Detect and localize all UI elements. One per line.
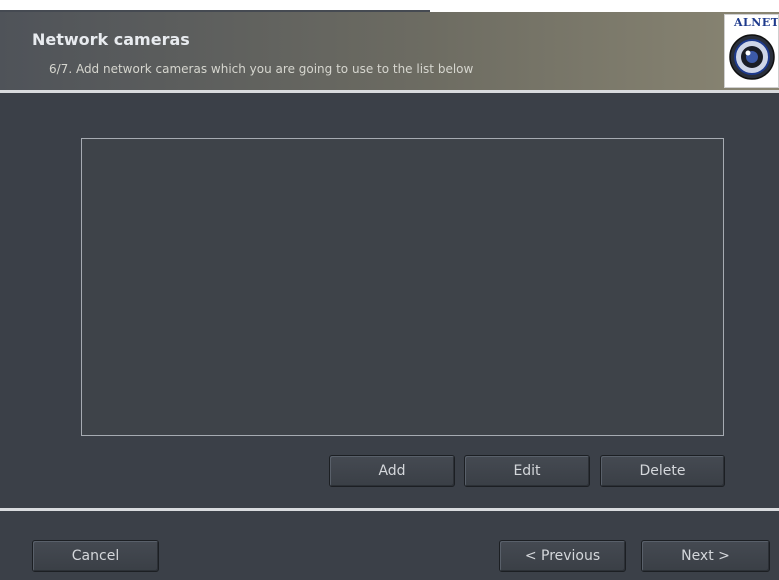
alnet-logo: ALNET bbox=[724, 14, 779, 88]
logo-text: ALNET bbox=[734, 16, 779, 29]
add-button[interactable]: Add bbox=[329, 455, 455, 487]
step-description: 6/7. Add network cameras which you are g… bbox=[49, 62, 474, 76]
previous-button[interactable]: < Previous bbox=[499, 540, 626, 572]
camera-lens-icon bbox=[729, 34, 775, 80]
page-title: Network cameras bbox=[32, 30, 190, 49]
top-strip bbox=[0, 0, 779, 12]
wizard-header: Network cameras 6/7. Add network cameras… bbox=[0, 12, 779, 90]
cancel-button[interactable]: Cancel bbox=[32, 540, 159, 572]
delete-button[interactable]: Delete bbox=[600, 455, 725, 487]
camera-list[interactable] bbox=[81, 138, 724, 436]
next-button[interactable]: Next > bbox=[641, 540, 770, 572]
setup-wizard-window: Network cameras 6/7. Add network cameras… bbox=[0, 0, 779, 580]
edit-button[interactable]: Edit bbox=[464, 455, 590, 487]
